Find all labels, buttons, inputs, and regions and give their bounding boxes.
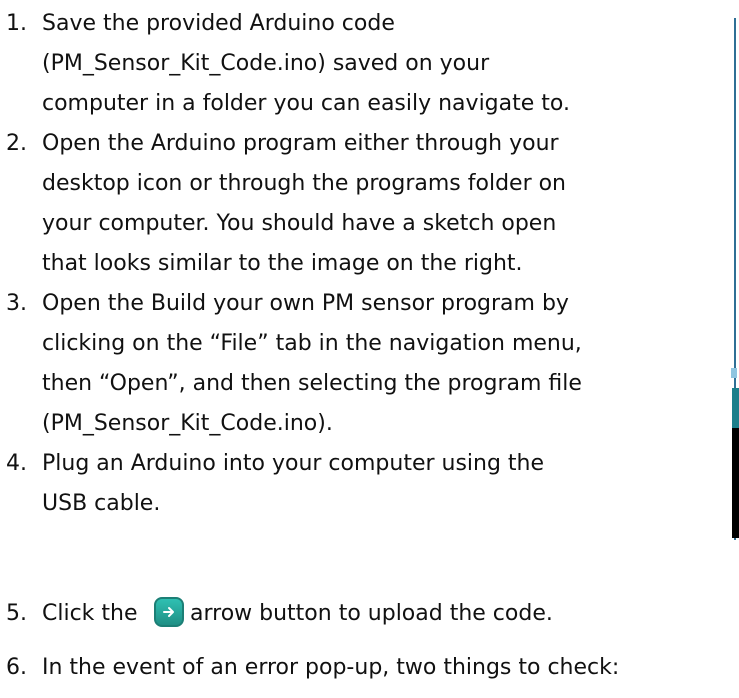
step-text-line: In the event of an error pop-up, two thi…	[42, 655, 620, 680]
step-text-line: your computer. You should have a sketch …	[42, 211, 557, 236]
list-number: 1.	[6, 11, 27, 36]
step-text-line: Save the provided Arduino code	[42, 11, 395, 36]
list-number: 4.	[6, 451, 27, 476]
list-number: 5.	[6, 601, 27, 626]
list-number: 2.	[6, 131, 27, 156]
step-text-line: computer in a folder you can easily navi…	[42, 91, 570, 116]
image-frame-teal-strip	[732, 388, 739, 428]
instructions-document: 1. Save the provided Arduino code (PM_Se…	[0, 0, 739, 698]
step-text-line: Open the Build your own PM sensor progra…	[42, 291, 569, 316]
list-number: 3.	[6, 291, 27, 316]
step-text-line: Open the Arduino program either through …	[42, 131, 559, 156]
arrow-right-icon	[163, 607, 174, 617]
step-text-line: USB cable.	[42, 491, 161, 516]
step-text-line: Plug an Arduino into your computer using…	[42, 451, 545, 476]
step-text-after-icon: arrow button to upload the code.	[190, 601, 553, 626]
image-frame-accent	[731, 368, 737, 378]
step-text-line: (PM_Sensor_Kit_Code.ino).	[42, 411, 333, 436]
list-number: 6.	[6, 655, 27, 680]
upload-arrow-icon	[154, 597, 184, 627]
step-text-line: that looks similar to the image on the r…	[42, 251, 523, 276]
step-text-before-icon: Click the	[42, 601, 138, 626]
step-text-line: clicking on the “File” tab in the naviga…	[42, 331, 582, 356]
step-text-line: (PM_Sensor_Kit_Code.ino) saved on your	[42, 51, 490, 76]
step-text-line: desktop icon or through the programs fol…	[42, 171, 567, 196]
image-frame-dark-strip	[732, 428, 739, 538]
step-text-line: then “Open”, and then selecting the prog…	[42, 371, 582, 396]
